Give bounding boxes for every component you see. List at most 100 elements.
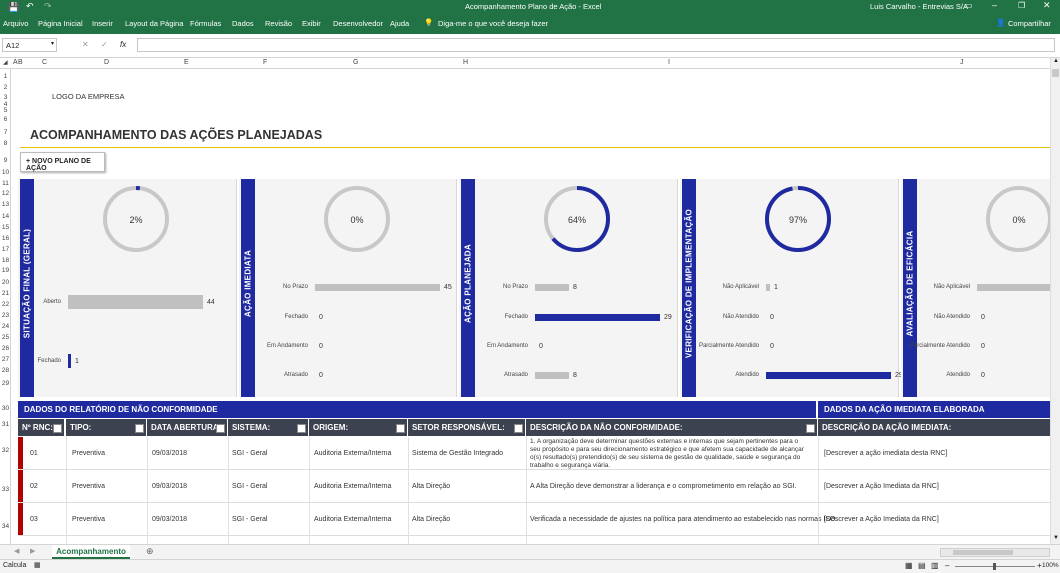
- col-header-h[interactable]: H: [463, 59, 468, 66]
- col-header-j[interactable]: J: [960, 59, 964, 66]
- ribbon-options-icon[interactable]: ▭: [965, 1, 973, 10]
- row-header[interactable]: 27: [0, 356, 11, 363]
- tab-exibir[interactable]: Exibir: [302, 19, 321, 28]
- filter-dropdown-icon[interactable]: [53, 424, 62, 433]
- tab-scroll-left-icon[interactable]: ◀: [14, 547, 19, 555]
- scroll-thumb[interactable]: [1052, 69, 1059, 77]
- h-scroll-thumb[interactable]: [953, 550, 1013, 555]
- tab-dados[interactable]: Dados: [232, 19, 254, 28]
- table-cell-sistema[interactable]: SGI - Geral: [232, 483, 267, 490]
- save-icon[interactable]: 💾: [8, 2, 19, 13]
- zoom-out-icon[interactable]: –: [945, 561, 949, 570]
- name-box[interactable]: A12 ▾: [2, 38, 57, 52]
- table-cell-tipo[interactable]: Preventiva: [72, 450, 105, 457]
- table-cell-descricao[interactable]: Verificada a necessidade de ajustes na p…: [530, 516, 837, 523]
- table-cell-num[interactable]: 01: [30, 450, 38, 457]
- new-plan-button[interactable]: + NOVO PLANO DE AÇÃO: [20, 152, 105, 172]
- table-cell-data[interactable]: 09/03/2018: [152, 450, 187, 457]
- vertical-scrollbar[interactable]: ▲ ▼: [1050, 58, 1060, 544]
- row-header[interactable]: 8: [0, 140, 11, 147]
- row-header[interactable]: 31: [0, 421, 11, 428]
- normal-view-icon[interactable]: ▦: [905, 561, 913, 570]
- minimize-icon[interactable]: –: [992, 0, 997, 10]
- row-header[interactable]: 26: [0, 345, 11, 352]
- row-header[interactable]: 12: [0, 190, 11, 197]
- row-header[interactable]: 22: [0, 301, 11, 308]
- formula-input[interactable]: [137, 38, 1055, 52]
- row-header[interactable]: 33: [0, 486, 11, 493]
- tab-pagina-inicial[interactable]: Página Inicial: [38, 19, 83, 28]
- close-icon[interactable]: ✕: [1043, 0, 1051, 11]
- row-header[interactable]: 25: [0, 334, 11, 341]
- table-cell-acao[interactable]: [Descrever a ação imediata desta RNC]: [824, 450, 947, 457]
- redo-icon[interactable]: ↷: [44, 1, 52, 12]
- maximize-icon[interactable]: ❐: [1018, 1, 1025, 10]
- filter-dropdown-icon[interactable]: [297, 424, 306, 433]
- sheet-tab-acompanhamento[interactable]: Acompanhamento: [52, 545, 130, 559]
- row-header[interactable]: 30: [0, 405, 11, 412]
- user-name[interactable]: Luis Carvalho - Entrevias S/A: [870, 2, 968, 11]
- tab-revisao[interactable]: Revisão: [265, 19, 292, 28]
- cancel-icon[interactable]: ✕: [82, 40, 89, 49]
- row-header[interactable]: 7: [0, 129, 11, 136]
- col-header-c[interactable]: C: [42, 59, 47, 66]
- table-cell-origem[interactable]: Auditoria Externa/Interna: [314, 483, 391, 490]
- row-header[interactable]: 24: [0, 323, 11, 330]
- table-cell-data[interactable]: 09/03/2018: [152, 516, 187, 523]
- filter-dropdown-icon[interactable]: [806, 424, 815, 433]
- zoom-slider[interactable]: [955, 563, 1035, 570]
- col-header-e[interactable]: E: [184, 59, 189, 66]
- tab-desenvolvedor[interactable]: Desenvolvedor: [333, 19, 383, 28]
- row-header[interactable]: 17: [0, 246, 11, 253]
- table-cell-descricao[interactable]: 1. A organização deve determinar questõe…: [530, 438, 810, 469]
- row-header[interactable]: 21: [0, 290, 11, 297]
- row-header[interactable]: 11: [0, 180, 11, 187]
- page-break-view-icon[interactable]: ▥: [931, 561, 939, 570]
- table-cell-acao[interactable]: [Descrever a Ação Imediata da RNC]: [824, 483, 939, 490]
- share-button[interactable]: Compartilhar: [1008, 19, 1051, 28]
- row-header[interactable]: 6: [0, 116, 11, 123]
- page-layout-view-icon[interactable]: ▤: [918, 561, 926, 570]
- filter-dropdown-icon[interactable]: [216, 424, 225, 433]
- row-header[interactable]: 2: [0, 84, 11, 91]
- table-cell-setor[interactable]: Sistema de Gestão Integrado: [412, 450, 503, 457]
- horizontal-scrollbar[interactable]: [940, 548, 1050, 557]
- row-header[interactable]: 10: [0, 169, 11, 176]
- tell-me-input[interactable]: Diga-me o que você deseja fazer: [438, 19, 548, 28]
- table-cell-setor[interactable]: Alta Direção: [412, 516, 450, 523]
- function-icon[interactable]: fx: [120, 40, 126, 49]
- row-header[interactable]: 23: [0, 312, 11, 319]
- table-cell-sistema[interactable]: SGI - Geral: [232, 516, 267, 523]
- tab-arquivo[interactable]: Arquivo: [3, 19, 28, 28]
- table-cell-num[interactable]: 02: [30, 483, 38, 490]
- share-icon[interactable]: 👤: [996, 18, 1005, 27]
- row-header[interactable]: 14: [0, 213, 11, 220]
- row-header[interactable]: 19: [0, 267, 11, 274]
- table-cell-acao[interactable]: [Descrever a Ação Imediata da RNC]: [824, 516, 939, 523]
- row-header[interactable]: 18: [0, 257, 11, 264]
- table-cell-origem[interactable]: Auditoria Externa/Interna: [314, 450, 391, 457]
- scroll-up-icon[interactable]: ▲: [1053, 58, 1059, 64]
- table-cell-data[interactable]: 09/03/2018: [152, 483, 187, 490]
- col-header-a[interactable]: A: [13, 59, 18, 66]
- table-cell-tipo[interactable]: Preventiva: [72, 516, 105, 523]
- col-header-d[interactable]: D: [104, 59, 109, 66]
- table-cell-num[interactable]: 03: [30, 516, 38, 523]
- row-header[interactable]: 3: [0, 94, 11, 101]
- row-header[interactable]: 1: [0, 73, 11, 80]
- row-header[interactable]: 29: [0, 380, 11, 387]
- row-header[interactable]: 9: [0, 157, 11, 164]
- table-cell-origem[interactable]: Auditoria Externa/Interna: [314, 516, 391, 523]
- col-header-b[interactable]: B: [18, 59, 23, 66]
- row-header[interactable]: 5: [0, 107, 11, 114]
- row-header[interactable]: 34: [0, 523, 11, 530]
- row-header[interactable]: 15: [0, 224, 11, 231]
- row-header[interactable]: 16: [0, 235, 11, 242]
- table-cell-descricao[interactable]: A Alta Direção deve demonstrar a lideran…: [530, 483, 797, 490]
- row-header[interactable]: 28: [0, 367, 11, 374]
- table-cell-sistema[interactable]: SGI - Geral: [232, 450, 267, 457]
- col-header-i[interactable]: I: [668, 59, 670, 66]
- filter-dropdown-icon[interactable]: [514, 424, 523, 433]
- worksheet[interactable]: LOGO DA EMPRESA ACOMPANHAMENTO DAS AÇÕES…: [12, 69, 1050, 544]
- enter-icon[interactable]: ✓: [101, 40, 108, 49]
